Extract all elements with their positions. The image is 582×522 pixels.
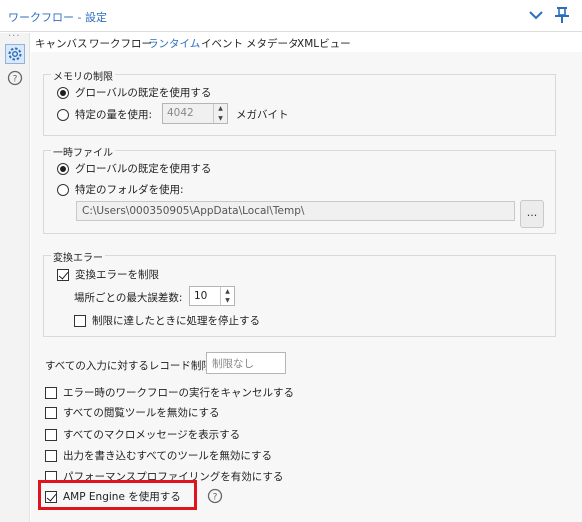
tab-metadata[interactable]: メタデータ — [246, 36, 299, 51]
memory-specific-label: 特定の量を使用: — [75, 109, 153, 121]
memory-global-option[interactable]: グローバルの既定を使用する — [57, 85, 211, 100]
pin-icon[interactable] — [553, 5, 571, 25]
disable-output-tools-option[interactable]: 出力を書き込むすべてのツールを無効にする — [45, 448, 272, 463]
disable-browse-tools-option[interactable]: すべての閲覧ツールを無効にする — [45, 405, 219, 420]
runtime-panel: メモリの制限 グローバルの既定を使用する 特定の量を使用: 4042 ▲ ▼ メ… — [31, 52, 582, 522]
temp-specific-radio[interactable] — [57, 183, 69, 196]
disable-browse-tools-label: すべての閲覧ツールを無効にする — [63, 407, 220, 419]
memory-amount-value: 4042 — [167, 107, 194, 119]
stop-on-limit-label: 制限に達したときに処理を停止する — [92, 315, 260, 327]
temp-specific-option[interactable]: 特定のフォルダを使用: — [57, 182, 184, 197]
more-icon[interactable]: ··· — [8, 31, 21, 42]
temp-global-radio[interactable] — [57, 162, 69, 175]
tab-xml-view[interactable]: XMLビュー — [297, 36, 351, 51]
cancel-on-error-option[interactable]: エラー時のワークフローの実行をキャンセルする — [45, 385, 294, 400]
memory-limit-group: メモリの制限 グローバルの既定を使用する 特定の量を使用: 4042 ▲ ▼ メ… — [43, 68, 556, 136]
conversion-limit-checkbox[interactable] — [57, 268, 69, 281]
max-errors-stepper[interactable]: 10 ▲ ▼ — [189, 286, 235, 306]
stepper-up-icon[interactable]: ▲ — [214, 104, 227, 114]
conversion-limit-option[interactable]: 変換エラーを制限 — [57, 267, 159, 282]
stepper-down-icon[interactable]: ▼ — [214, 114, 227, 124]
amp-engine-help-icon[interactable]: ? — [207, 488, 223, 504]
tab-canvas[interactable]: キャンバス — [35, 36, 88, 51]
cancel-on-error-label: エラー時のワークフローの実行をキャンセルする — [63, 387, 294, 399]
memory-global-radio[interactable] — [57, 86, 69, 99]
memory-unit-label: メガバイト — [236, 109, 289, 121]
stepper-down-icon[interactable]: ▼ — [221, 296, 234, 305]
disable-output-tools-checkbox[interactable] — [45, 449, 57, 462]
chevron-down-icon[interactable] — [527, 6, 545, 24]
record-limit-input[interactable]: 制限なし — [206, 352, 286, 374]
tab-events[interactable]: イベント — [201, 36, 243, 51]
window-title: ワークフロー - 設定 — [8, 11, 107, 24]
temp-file-legend: 一時ファイル — [51, 144, 115, 159]
disable-output-tools-label: 出力を書き込むすべてのツールを無効にする — [63, 450, 272, 462]
browse-button[interactable]: ... — [520, 200, 544, 228]
disable-browse-tools-checkbox[interactable] — [45, 406, 57, 419]
cancel-on-error-checkbox[interactable] — [45, 386, 57, 399]
stop-on-limit-option[interactable]: 制限に達したときに処理を停止する — [74, 313, 260, 328]
max-errors-label: 場所ごとの最大誤差数: — [74, 292, 183, 304]
show-macro-messages-label: すべてのマクロメッセージを表示する — [63, 429, 241, 441]
conversion-limit-label: 変換エラーを制限 — [75, 269, 159, 281]
stop-on-limit-checkbox[interactable] — [74, 314, 86, 327]
conversion-error-group: 変換エラー 変換エラーを制限 場所ごとの最大誤差数: 10 ▲ ▼ 制限に達した… — [43, 249, 556, 337]
temp-file-group: 一時ファイル グローバルの既定を使用する 特定のフォルダを使用: C:\User… — [43, 144, 556, 234]
stepper-up-icon[interactable]: ▲ — [221, 287, 234, 296]
memory-limit-legend: メモリの制限 — [51, 68, 115, 83]
temp-global-label: グローバルの既定を使用する — [75, 163, 212, 175]
title-bar: ワークフロー - 設定 — [0, 0, 582, 32]
amp-engine-highlight-frame — [38, 480, 197, 510]
sidebar: ··· ? — [0, 31, 30, 522]
temp-specific-label: 特定のフォルダを使用: — [75, 184, 184, 196]
memory-global-label: グローバルの既定を使用する — [75, 87, 212, 99]
svg-text:?: ? — [213, 493, 218, 503]
gear-icon — [8, 47, 22, 61]
max-errors-value: 10 — [194, 290, 208, 302]
tab-bar: キャンバス ワークフロー ランタイム イベント メタデータ XMLビュー — [31, 33, 582, 53]
temp-global-option[interactable]: グローバルの既定を使用する — [57, 161, 211, 176]
memory-amount-stepper[interactable]: 4042 ▲ ▼ — [162, 103, 228, 124]
settings-tab[interactable] — [5, 44, 25, 64]
tab-workflow[interactable]: ワークフロー — [89, 36, 152, 51]
temp-folder-path-field[interactable]: C:\Users\000350905\AppData\Local\Temp\ — [76, 201, 515, 221]
record-limit-label: すべての入力に対するレコード制限: — [45, 360, 216, 372]
show-macro-messages-option[interactable]: すべてのマクロメッセージを表示する — [45, 427, 240, 442]
conversion-error-legend: 変換エラー — [51, 249, 105, 264]
tab-runtime[interactable]: ランタイム — [148, 36, 201, 53]
memory-specific-option[interactable]: 特定の量を使用: — [57, 107, 152, 122]
svg-text:?: ? — [13, 75, 18, 85]
memory-specific-radio[interactable] — [57, 108, 69, 121]
show-macro-messages-checkbox[interactable] — [45, 428, 57, 441]
help-icon[interactable]: ? — [7, 70, 23, 86]
